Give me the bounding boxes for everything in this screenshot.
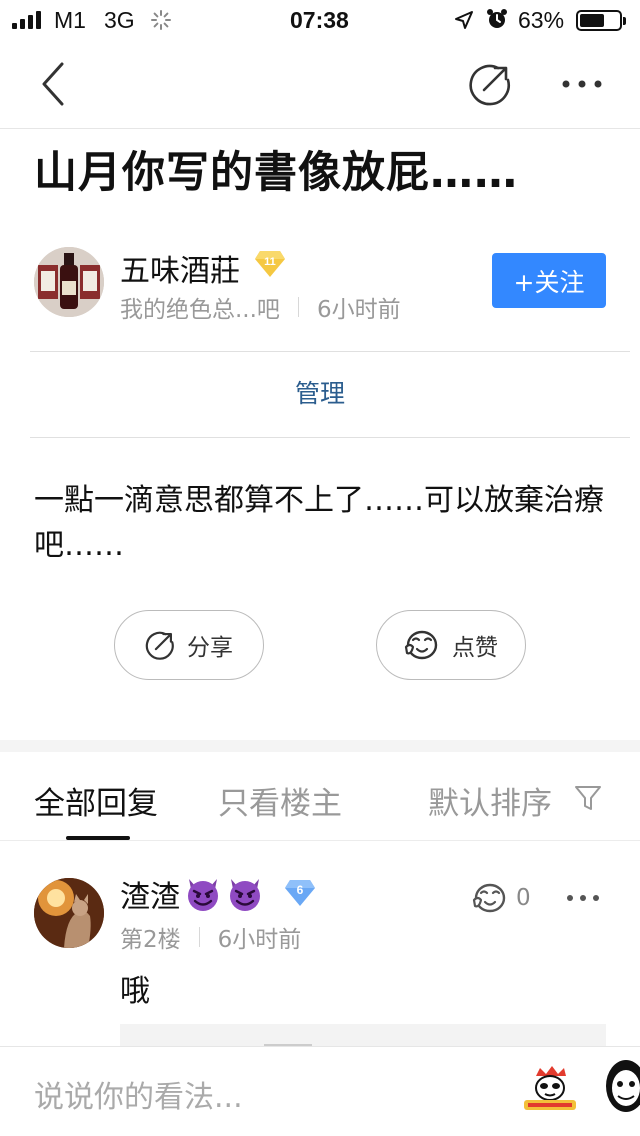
devil-emoji-icon	[188, 879, 218, 911]
alarm-icon	[487, 9, 507, 28]
like-post-button[interactable]: 点赞	[376, 610, 526, 680]
sort-dropdown[interactable]: 默认排序	[428, 778, 552, 823]
clock: 07:38	[290, 7, 349, 33]
reply-meta: 第2楼 6小时前	[120, 920, 301, 954]
follow-button[interactable]: +关注	[492, 253, 606, 308]
reply-author-row: 渣渣	[120, 872, 264, 916]
divider	[30, 351, 630, 352]
like-face-icon	[472, 883, 506, 913]
battery-icon	[576, 10, 626, 31]
devil-emoji-icon	[230, 879, 260, 911]
nav-divider	[0, 128, 640, 129]
level-badge-text: 11	[264, 256, 276, 268]
like-face-icon	[404, 630, 438, 660]
share-post-button[interactable]: 分享	[114, 610, 264, 680]
manage-button[interactable]: 管理	[0, 374, 640, 410]
sticker-panda-icon[interactable]	[518, 1064, 582, 1114]
reply-floor: 第2楼	[120, 927, 181, 953]
post-time: 6小时前	[316, 297, 401, 323]
reply-author-name[interactable]: 渣渣	[120, 872, 180, 916]
reply-like-button[interactable]: 0	[472, 882, 531, 914]
signal-icon	[12, 11, 41, 29]
meta-separator	[297, 297, 299, 317]
meta-separator	[198, 927, 200, 947]
reply-more-button[interactable]	[566, 890, 600, 906]
like-label: 点赞	[452, 635, 498, 661]
share-icon	[145, 631, 174, 660]
divider	[30, 437, 630, 438]
reply-time: 6小时前	[217, 927, 302, 953]
author-signature[interactable]: 我的绝色总...吧	[120, 290, 280, 324]
comment-input[interactable]: 说说你的看法...	[34, 1072, 243, 1116]
network-label: 3G	[104, 7, 135, 33]
carrier-label: M1	[54, 7, 86, 33]
author-name[interactable]: 五味酒莊	[120, 246, 240, 290]
filter-icon[interactable]	[574, 784, 602, 812]
status-bar: M1 3G 07:38 63%	[0, 0, 640, 40]
reply-avatar[interactable]	[34, 878, 104, 948]
level-badge-icon: 11	[255, 251, 285, 277]
back-button[interactable]	[38, 62, 68, 106]
loading-spinner-icon	[151, 10, 171, 30]
post-title: 山月你写的書像放屁……	[34, 148, 518, 198]
share-button[interactable]	[468, 62, 512, 106]
battery-percent: 63%	[518, 7, 565, 33]
tab-all-replies[interactable]: 全部回复	[34, 778, 158, 823]
post-content: 一點一滴意思都算不上了……可以放棄治療吧……	[34, 483, 604, 563]
reply-level-text: 6	[297, 883, 304, 897]
reply-text: 哦	[120, 974, 150, 1009]
share-label: 分享	[187, 635, 233, 661]
more-button[interactable]	[560, 70, 604, 98]
sticker-face-icon[interactable]	[600, 1056, 640, 1116]
author-meta: 我的绝色总...吧 6小时前	[120, 290, 401, 324]
tab-only-op[interactable]: 只看楼主	[218, 778, 342, 823]
level-badge-icon: 6	[285, 880, 315, 906]
section-separator	[0, 740, 640, 752]
tab-divider	[0, 840, 640, 841]
reply-like-count: 0	[516, 885, 531, 911]
location-arrow-icon	[455, 11, 473, 29]
author-avatar[interactable]	[34, 247, 104, 317]
